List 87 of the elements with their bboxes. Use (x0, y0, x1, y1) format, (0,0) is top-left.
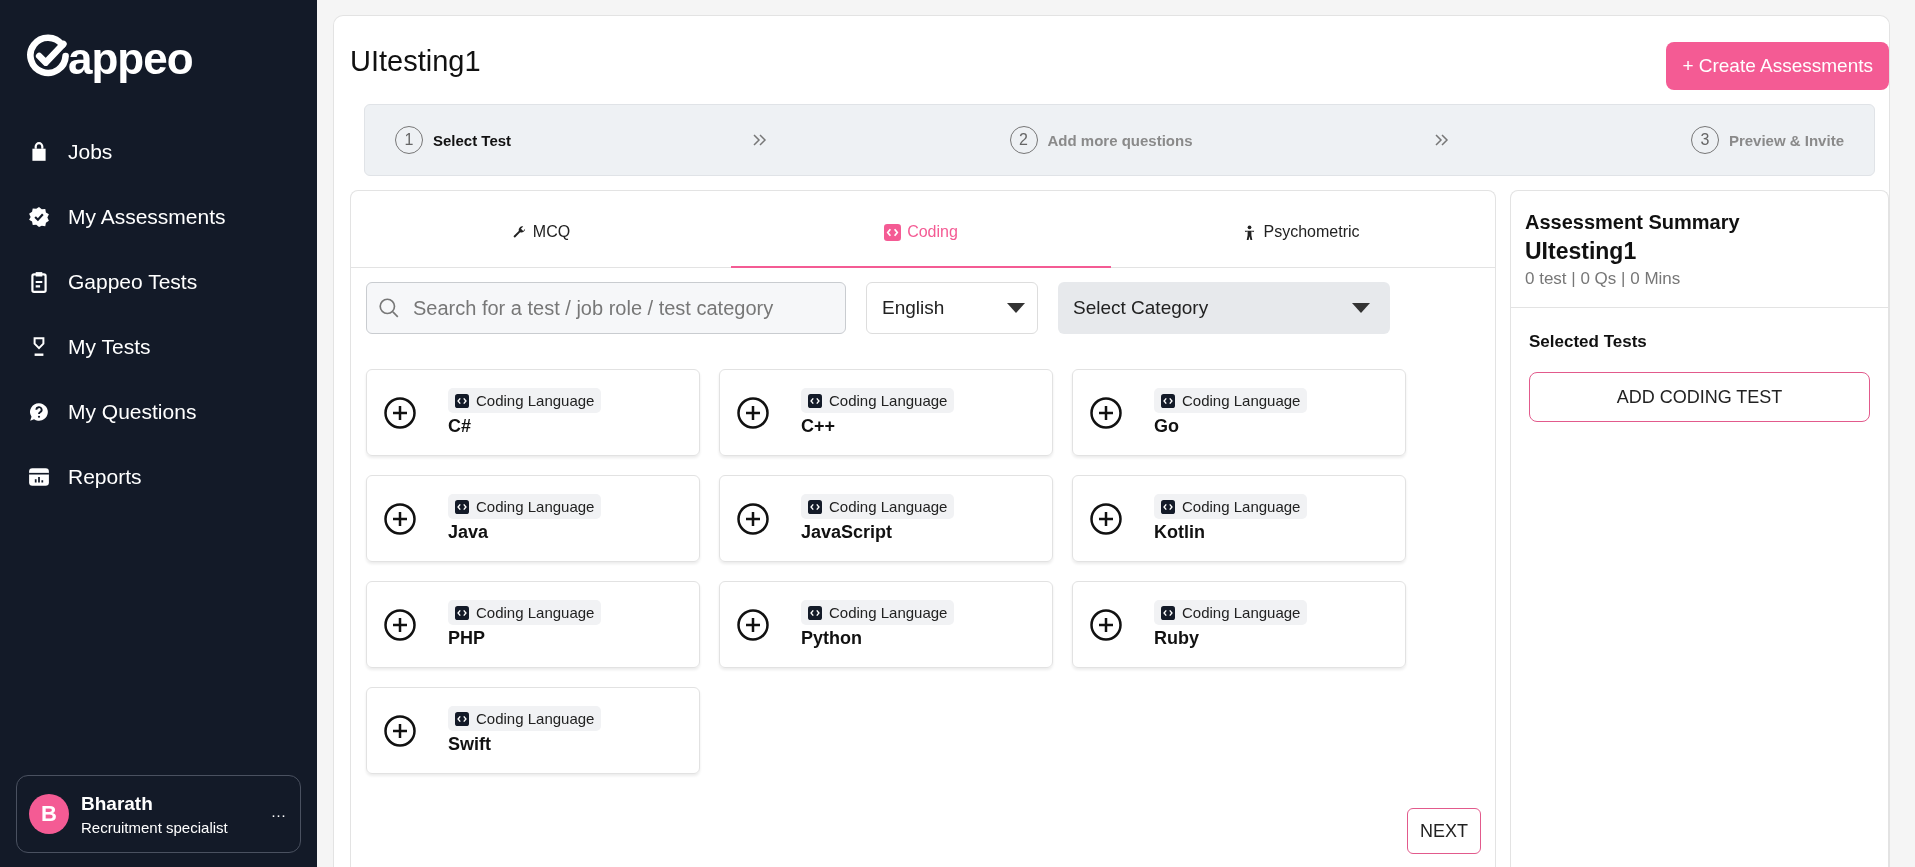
test-name: Python (801, 628, 862, 649)
category-tag: Coding Language (448, 494, 602, 519)
category-tag: Coding Language (448, 706, 602, 731)
category-tag: Coding Language (448, 600, 602, 625)
nav-item[interactable]: My Assessments (16, 187, 301, 247)
add-circle-icon (1090, 608, 1122, 641)
code-icon (1161, 393, 1175, 408)
test-name: Kotlin (1154, 522, 1205, 543)
test-name: C++ (801, 416, 836, 437)
test-name: Swift (448, 734, 491, 755)
add-circle-icon (384, 608, 416, 641)
nav-item[interactable]: Jobs (16, 122, 301, 182)
test-card[interactable]: Coding Language Swift (366, 687, 700, 774)
code-icon (884, 223, 902, 241)
test-name: Ruby (1154, 628, 1199, 649)
logo-text: appeo (68, 34, 193, 84)
nav-item[interactable]: Reports (16, 447, 301, 507)
category-tag: Coding Language (448, 388, 602, 413)
next-button[interactable]: NEXT (1407, 808, 1481, 854)
category-tag: Coding Language (1154, 388, 1308, 413)
category-tag: Coding Language (801, 494, 955, 519)
user-card[interactable]: B Bharath Recruitment specialist ··· (16, 775, 301, 853)
test-card[interactable]: Coding Language JavaScript (719, 475, 1053, 562)
test-card[interactable]: Coding Language Python (719, 581, 1053, 668)
category-tag: Coding Language (1154, 600, 1308, 625)
test-card[interactable]: Coding Language PHP (366, 581, 700, 668)
test-name: PHP (448, 628, 485, 649)
logo-icon (26, 34, 70, 78)
test-card[interactable]: Coding Language Ruby (1072, 581, 1406, 668)
avatar: B (29, 794, 69, 834)
test-card[interactable]: Coding Language C++ (719, 369, 1053, 456)
assessment-name: UItesting1 (1525, 238, 1638, 265)
search-icon (378, 297, 400, 319)
category-tag: Coding Language (801, 388, 955, 413)
test-card[interactable]: Coding Language C# (366, 369, 700, 456)
code-icon (808, 605, 822, 620)
add-circle-icon (384, 502, 416, 535)
category-dropdown[interactable]: Select Category (1058, 282, 1390, 334)
code-icon (455, 605, 469, 620)
code-icon (1161, 499, 1175, 514)
test-card[interactable]: Coding Language Kotlin (1072, 475, 1406, 562)
test-name: JavaScript (801, 522, 893, 543)
page-title: UItesting1 (350, 44, 481, 79)
step-label[interactable]: Select Test (433, 131, 512, 149)
add-circle-icon (384, 396, 416, 429)
code-icon (808, 499, 822, 514)
caret-icon (1007, 303, 1025, 313)
code-icon (455, 393, 469, 408)
add-circle-icon (737, 396, 769, 429)
add-circle-icon (737, 502, 769, 535)
code-icon (455, 711, 469, 726)
code-icon (808, 393, 822, 408)
category-tag: Coding Language (1154, 494, 1308, 519)
double-chevron-icon (1434, 134, 1449, 146)
section-heading: Selected Tests (1529, 332, 1648, 352)
badge-check-icon (28, 206, 50, 228)
summary-stats: 0 test | 0 Qs | 0 Mins (1525, 269, 1682, 289)
test-card[interactable]: Coding Language Go (1072, 369, 1406, 456)
nav-item[interactable]: My Questions (16, 382, 301, 442)
question-bubble-icon (28, 401, 50, 423)
user-role: Recruitment specialist (81, 818, 229, 836)
category-tag: Coding Language (801, 600, 955, 625)
code-icon (455, 499, 469, 514)
user-name: Bharath (81, 792, 154, 815)
search-field[interactable]: Search for a test / job role / test category (366, 282, 846, 334)
add-circle-icon (1090, 502, 1122, 535)
summary-title: Assessment Summary (1525, 211, 1741, 234)
chart-calendar-icon (28, 466, 50, 488)
more-options-button[interactable]: ··· (271, 805, 286, 823)
code-icon (1161, 605, 1175, 620)
double-chevron-icon (753, 134, 768, 146)
add-circle-icon (737, 608, 769, 641)
add-coding-test-button[interactable]: ADD CODING TEST (1529, 372, 1870, 422)
test-card[interactable]: Coding Language Java (366, 475, 700, 562)
nav-item[interactable]: My Tests (16, 317, 301, 377)
tab[interactable]: Psychometric (1111, 191, 1491, 268)
test-name: Java (448, 522, 489, 543)
nav-item[interactable]: Gappeo Tests (16, 252, 301, 312)
add-circle-icon (1090, 396, 1122, 429)
wrench-icon (511, 224, 527, 240)
clipboard-icon (28, 271, 50, 293)
add-circle-icon (384, 714, 416, 747)
language-dropdown[interactable]: English (866, 282, 1038, 334)
caret-icon (1352, 303, 1370, 313)
test-name: C# (448, 416, 471, 437)
tab[interactable]: MCQ (351, 191, 731, 268)
test-name: Go (1154, 416, 1179, 437)
